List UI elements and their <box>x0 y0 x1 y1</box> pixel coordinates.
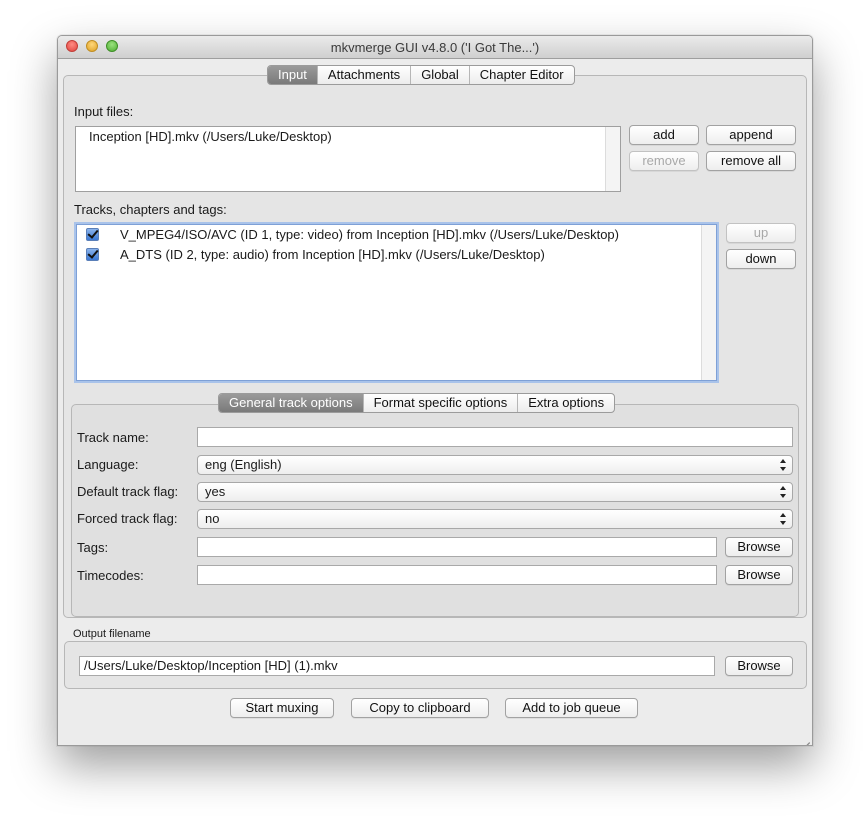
tags-label: Tags: <box>77 540 109 555</box>
track-name-input[interactable] <box>197 427 793 447</box>
tab-extra-options[interactable]: Extra options <box>517 394 614 412</box>
default-flag-label: Default track flag: <box>77 484 179 499</box>
default-flag-value: yes <box>205 484 226 499</box>
add-to-job-queue-button[interactable]: Add to job queue <box>505 698 638 718</box>
tags-input[interactable] <box>197 537 717 557</box>
tracks-label: Tracks, chapters and tags: <box>74 202 227 217</box>
add-button[interactable]: add <box>629 125 699 145</box>
input-files-list[interactable]: Inception [HD].mkv (/Users/Luke/Desktop) <box>75 126 621 192</box>
move-down-button[interactable]: down <box>726 249 796 269</box>
select-arrows-icon <box>780 513 787 525</box>
language-label: Language: <box>77 457 139 472</box>
list-item[interactable]: Inception [HD].mkv (/Users/Luke/Desktop) <box>89 127 332 147</box>
main-tab-bar: Input Attachments Global Chapter Editor <box>267 65 575 85</box>
input-files-label: Input files: <box>74 104 134 119</box>
output-filename-label: Output filename <box>73 628 151 640</box>
tab-attachments[interactable]: Attachments <box>316 66 410 84</box>
language-select[interactable]: eng (English) <box>197 455 793 475</box>
move-up-button[interactable]: up <box>726 223 796 243</box>
timecodes-label: Timecodes: <box>77 568 144 583</box>
tags-browse-button[interactable]: Browse <box>725 537 793 557</box>
resize-grip-icon[interactable] <box>799 732 810 745</box>
tab-general-track-options[interactable]: General track options <box>219 394 363 412</box>
app-window: mkvmerge GUI v4.8.0 ('I Got The...') Inp… <box>57 35 813 746</box>
tracks-list[interactable]: V_MPEG4/ISO/AVC (ID 1, type: video) from… <box>76 224 717 381</box>
track-name-label: Track name: <box>77 430 149 445</box>
forced-flag-label: Forced track flag: <box>77 511 178 526</box>
select-arrows-icon <box>780 459 787 471</box>
remove-all-button[interactable]: remove all <box>706 151 796 171</box>
tracks-scrollbar[interactable] <box>701 225 716 380</box>
forced-flag-value: no <box>205 511 220 526</box>
timecodes-input[interactable] <box>197 565 717 585</box>
table-row[interactable]: V_MPEG4/ISO/AVC (ID 1, type: video) from… <box>120 225 619 245</box>
title-bar[interactable]: mkvmerge GUI v4.8.0 ('I Got The...') <box>58 36 812 59</box>
track-2-checkbox[interactable] <box>86 248 99 261</box>
window-title: mkvmerge GUI v4.8.0 ('I Got The...') <box>330 40 540 55</box>
tab-input[interactable]: Input <box>268 66 317 84</box>
output-filename-input[interactable]: /Users/Luke/Desktop/Inception [HD] (1).m… <box>79 656 715 676</box>
table-row[interactable]: A_DTS (ID 2, type: audio) from Inception… <box>120 245 545 265</box>
forced-flag-select[interactable]: no <box>197 509 793 529</box>
tab-format-specific-options[interactable]: Format specific options <box>362 394 518 412</box>
default-flag-select[interactable]: yes <box>197 482 793 502</box>
remove-button[interactable]: remove <box>629 151 699 171</box>
append-button[interactable]: append <box>706 125 796 145</box>
tab-global[interactable]: Global <box>410 66 469 84</box>
track-1-checkbox[interactable] <box>86 228 99 241</box>
output-browse-button[interactable]: Browse <box>725 656 793 676</box>
input-files-scrollbar[interactable] <box>605 127 620 191</box>
language-select-value: eng (English) <box>205 457 282 472</box>
copy-to-clipboard-button[interactable]: Copy to clipboard <box>351 698 489 718</box>
track-options-tab-bar: General track options Format specific op… <box>218 393 616 413</box>
tab-chapter-editor[interactable]: Chapter Editor <box>468 66 574 84</box>
start-muxing-button[interactable]: Start muxing <box>230 698 334 718</box>
timecodes-browse-button[interactable]: Browse <box>725 565 793 585</box>
select-arrows-icon <box>780 486 787 498</box>
